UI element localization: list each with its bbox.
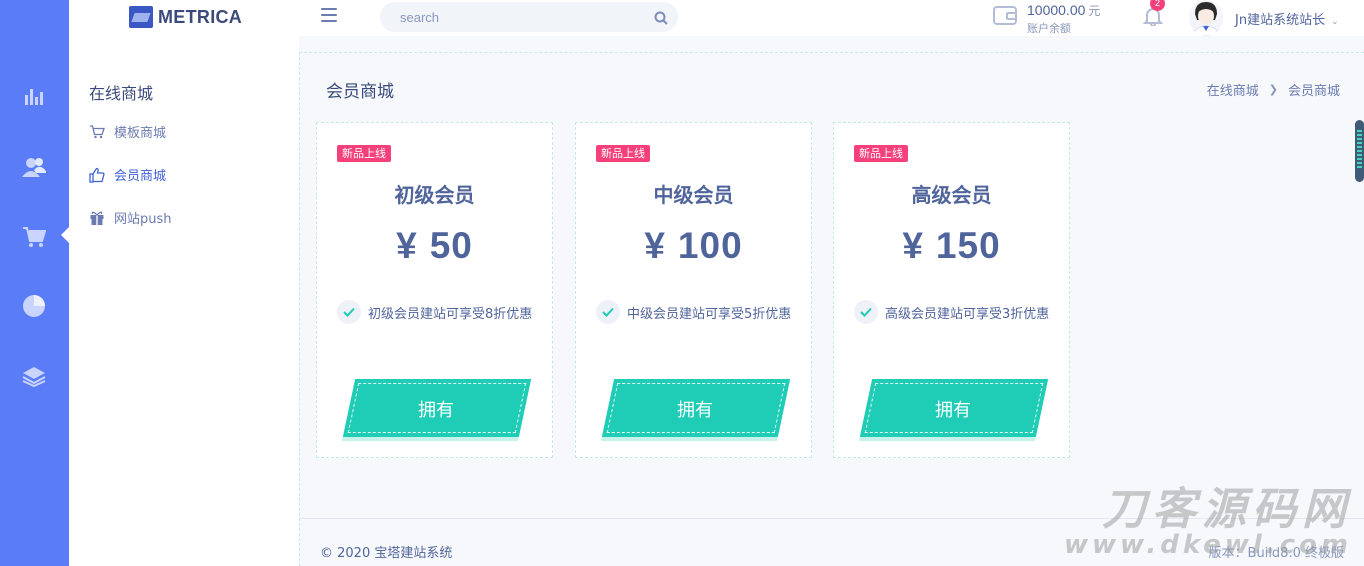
search-box bbox=[380, 2, 678, 32]
active-indicator bbox=[61, 227, 69, 243]
search-input[interactable] bbox=[380, 2, 630, 32]
top-header: METRICA 10000.00元 账户余额 2 Jn建站系统站长⌄ bbox=[69, 0, 1364, 36]
own-button[interactable]: 拥有 bbox=[335, 379, 537, 437]
logo-text: METRICA bbox=[158, 6, 243, 27]
membership-card-advanced: 新品上线 高级会员 ¥150 高级会员建站可享受3折优惠 拥有 bbox=[833, 122, 1070, 458]
plan-feature: 初级会员建站可享受8折优惠 bbox=[337, 300, 532, 324]
wallet-icon bbox=[993, 4, 1017, 26]
balance-unit: 元 bbox=[1088, 4, 1101, 18]
membership-card-intermediate: 新品上线 中级会员 ¥100 中级会员建站可享受5折优惠 拥有 bbox=[575, 122, 812, 458]
thumbs-up-icon bbox=[89, 167, 105, 183]
currency-symbol: ¥ bbox=[396, 225, 418, 266]
price-value: 50 bbox=[429, 225, 473, 266]
watermark-url: www.dkewl.com bbox=[1063, 530, 1352, 560]
icon-rail bbox=[0, 0, 69, 566]
check-icon bbox=[337, 300, 361, 324]
search-icon[interactable] bbox=[654, 10, 668, 29]
account-balance: 10000.00 元 账户余额 bbox=[1027, 0, 1100, 36]
menu-toggle-icon[interactable] bbox=[321, 8, 337, 22]
sidebar-item-label: 会员商城 bbox=[114, 169, 167, 184]
button-label: 拥有 bbox=[935, 400, 971, 421]
sidebar-item-label: 网站push bbox=[114, 212, 172, 227]
bar-chart-icon[interactable] bbox=[21, 83, 47, 109]
pie-chart-icon[interactable] bbox=[21, 293, 47, 319]
chevron-right-icon: ❯ bbox=[1268, 83, 1278, 96]
user-menu[interactable]: Jn建站系统站长 ⌄ bbox=[1235, 9, 1339, 28]
feature-text: 初级会员建站可享受8折优惠 bbox=[368, 306, 533, 322]
breadcrumb: 在线商城 ❯ 会员商城 bbox=[1207, 80, 1340, 99]
new-badge: 新品上线 bbox=[337, 145, 391, 162]
sidebar-item-label: 模板商城 bbox=[114, 126, 167, 141]
currency-symbol: ¥ bbox=[902, 225, 924, 266]
plan-feature: 高级会员建站可享受3折优惠 bbox=[854, 300, 1049, 324]
membership-card-basic: 新品上线 初级会员 ¥50 初级会员建站可享受8折优惠 拥有 bbox=[316, 122, 553, 458]
price-value: 100 bbox=[677, 225, 743, 266]
sidebar-title: 在线商城 bbox=[89, 84, 154, 103]
button-label: 拥有 bbox=[677, 400, 713, 421]
feature-text: 高级会员建站可享受3折优惠 bbox=[885, 306, 1050, 322]
balance-amount: 10000.00 bbox=[1027, 2, 1086, 18]
check-icon bbox=[596, 300, 620, 324]
user-name: Jn建站系统站长 bbox=[1235, 13, 1326, 28]
feature-text: 中级会员建站可享受5折优惠 bbox=[627, 306, 792, 322]
shopping-cart-icon[interactable] bbox=[21, 224, 47, 250]
own-button[interactable]: 拥有 bbox=[594, 379, 796, 437]
plan-name: 高级会员 bbox=[911, 183, 992, 207]
breadcrumb-item: 会员商城 bbox=[1287, 84, 1340, 99]
cart-icon bbox=[89, 124, 105, 140]
logo[interactable]: METRICA bbox=[129, 6, 242, 28]
plan-name: 初级会员 bbox=[394, 183, 475, 207]
plan-price: ¥150 bbox=[834, 225, 1069, 267]
balance-label: 账户余额 bbox=[1027, 22, 1071, 35]
watermark: 刀客源码网 www.dkewl.com bbox=[1063, 484, 1352, 560]
secondary-sidebar: 在线商城 模板商城 会员商城 网站push bbox=[69, 36, 299, 566]
sidebar-item-template-mall[interactable]: 模板商城 bbox=[89, 122, 166, 141]
avatar[interactable] bbox=[1189, 0, 1223, 36]
plan-name: 中级会员 bbox=[653, 183, 734, 207]
sidebar-item-member-mall[interactable]: 会员商城 bbox=[89, 165, 166, 184]
copyright: © 2020 宝塔建站系统 bbox=[320, 546, 453, 561]
breadcrumb-item[interactable]: 在线商城 bbox=[1207, 80, 1259, 99]
page-title: 会员商城 bbox=[326, 82, 394, 102]
plan-price: ¥50 bbox=[317, 225, 552, 267]
chevron-down-icon: ⌄ bbox=[1331, 17, 1339, 27]
plan-price: ¥100 bbox=[576, 225, 811, 267]
logo-icon bbox=[129, 6, 153, 28]
price-value: 150 bbox=[935, 225, 1001, 266]
new-badge: 新品上线 bbox=[854, 145, 908, 162]
gift-icon bbox=[89, 210, 105, 226]
new-badge: 新品上线 bbox=[596, 145, 650, 162]
button-label: 拥有 bbox=[418, 400, 454, 421]
layers-icon[interactable] bbox=[21, 363, 47, 389]
plan-feature: 中级会员建站可享受5折优惠 bbox=[596, 300, 791, 324]
own-button[interactable]: 拥有 bbox=[852, 379, 1054, 437]
users-icon[interactable] bbox=[21, 154, 47, 180]
currency-symbol: ¥ bbox=[644, 225, 666, 266]
sidebar-item-site-push[interactable]: 网站push bbox=[89, 208, 172, 227]
watermark-title: 刀客源码网 bbox=[1102, 484, 1352, 535]
scrollbar[interactable] bbox=[1355, 120, 1364, 182]
check-icon bbox=[854, 300, 878, 324]
